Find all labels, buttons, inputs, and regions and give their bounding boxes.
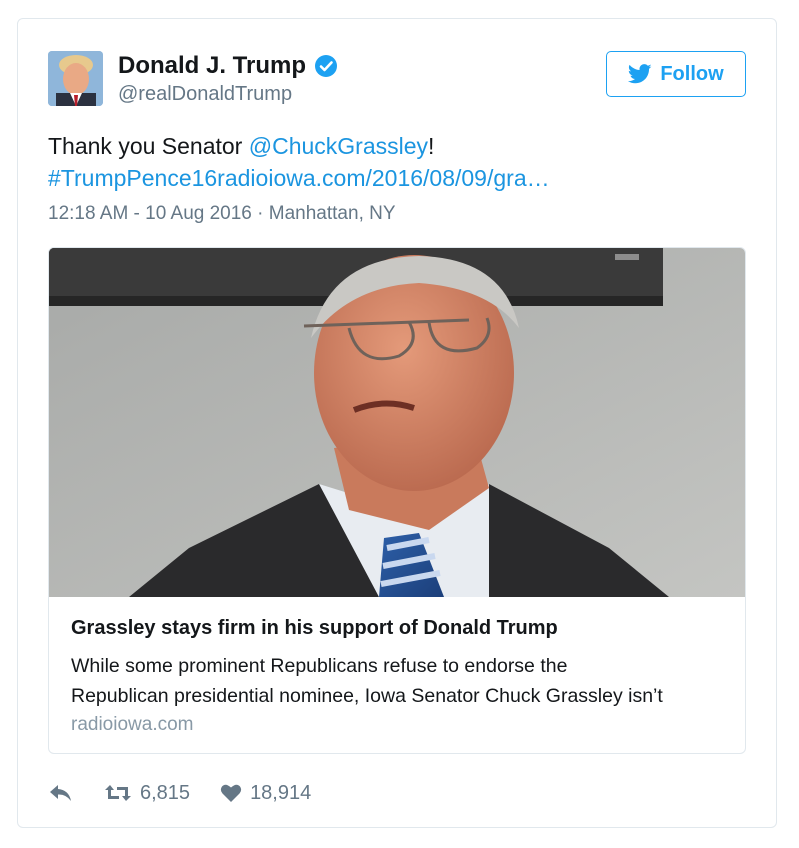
follow-button-label: Follow [660, 62, 724, 85]
like-button[interactable]: 18,914 [220, 782, 311, 805]
verified-badge-icon [315, 55, 338, 77]
card-description-line-2: Republican presidential nominee, Iowa Se… [71, 685, 663, 707]
card-image[interactable] [49, 248, 745, 597]
reply-button[interactable] [48, 783, 74, 803]
tweet-meta: 12:18 AM - 10 Aug 2016 · Manhattan, NY [48, 203, 396, 225]
retweet-icon [105, 785, 131, 801]
reply-icon [50, 785, 71, 801]
hashtag-url-link[interactable]: #TrumpPence16radioiowa.com/2016/08/09/gr… [48, 162, 748, 194]
retweet-button[interactable]: 6,815 [104, 782, 190, 805]
card-description-line-1: While some prominent Republicans refuse … [71, 655, 568, 677]
card-photo-senator [49, 248, 745, 597]
tweet-card: Donald J. Trump @realDonaldTrump Follow … [17, 18, 777, 828]
meta-separator: · [251, 203, 269, 224]
mention-link[interactable]: @ChuckGrassley [249, 133, 428, 159]
heart-icon [220, 784, 242, 802]
avatar-portrait-image [48, 51, 103, 106]
author-name[interactable]: Donald J. Trump [118, 52, 306, 80]
card-description: While some prominent Republicans refuse … [71, 651, 731, 711]
twitter-bird-icon [628, 64, 652, 84]
follow-button[interactable]: Follow [606, 51, 746, 97]
author-handle[interactable]: @realDonaldTrump [118, 83, 292, 106]
link-preview-card[interactable]: Grassley stays firm in his support of Do… [48, 247, 746, 754]
tweet-text-line-1: Thank you Senator @ChuckGrassley! [48, 130, 748, 162]
tweet-location[interactable]: Manhattan, NY [269, 203, 396, 224]
like-count: 18,914 [250, 781, 312, 804]
tweet-text-prefix: Thank you Senator [48, 133, 249, 159]
card-title[interactable]: Grassley stays firm in his support of Do… [71, 617, 558, 640]
tweet-text: Thank you Senator @ChuckGrassley! #Trump… [48, 130, 748, 194]
tweet-actions: 6,815 18,914 [48, 777, 311, 809]
tweet-text-suffix: ! [428, 133, 435, 159]
avatar[interactable] [48, 51, 103, 106]
tweet-timestamp[interactable]: 12:18 AM - 10 Aug 2016 [48, 203, 252, 224]
retweet-count: 6,815 [140, 781, 191, 804]
card-domain: radioiowa.com [71, 714, 194, 735]
author-name-row[interactable]: Donald J. Trump [118, 52, 338, 80]
